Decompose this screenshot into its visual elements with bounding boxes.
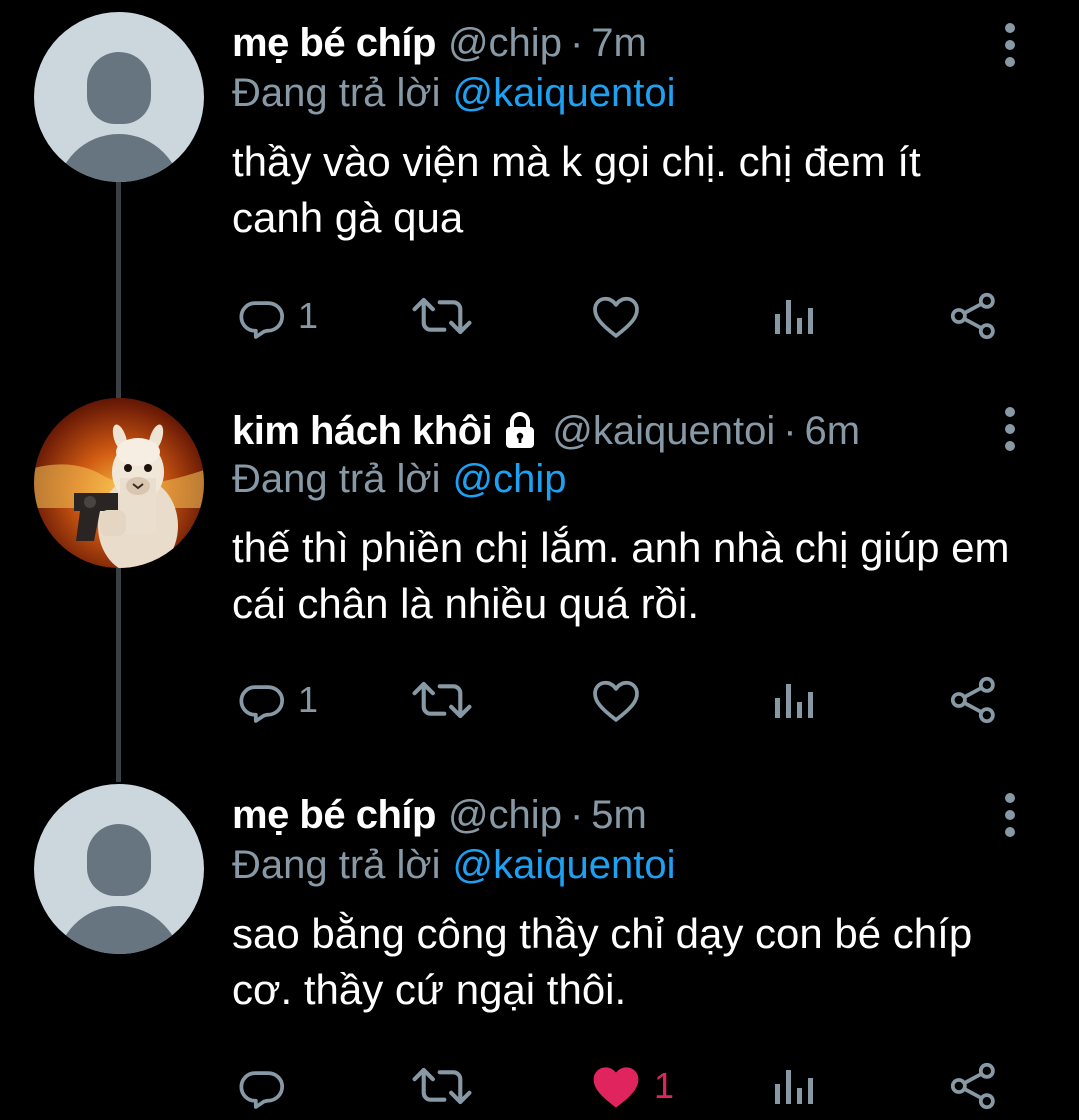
reply-count: 1	[298, 295, 319, 336]
replying-to-label: Đang trả lời	[232, 71, 441, 115]
retweet-icon	[412, 681, 472, 719]
avatar[interactable]	[34, 12, 204, 182]
analytics-icon	[775, 684, 813, 718]
like-count: 1	[654, 1065, 675, 1106]
replying-to: Đang trả lời @kaiquentoi	[232, 840, 676, 890]
tweet-text: thầy vào viện mà k gọi chị. chị đem ít c…	[232, 138, 921, 241]
replying-to-mention[interactable]: @kaiquentoi	[453, 843, 676, 887]
replying-to-mention[interactable]: @kaiquentoi	[453, 71, 676, 115]
share-icon	[950, 676, 995, 724]
share-icon	[950, 1062, 995, 1110]
thread-connector-line	[116, 180, 121, 398]
user-handle[interactable]: @chip	[448, 790, 562, 840]
replying-to-label: Đang trả lời	[232, 843, 441, 887]
reply-button[interactable]: 1	[232, 288, 318, 344]
avatar[interactable]	[34, 784, 204, 954]
separator-dot: ·	[569, 21, 584, 65]
retweet-button[interactable]	[410, 672, 484, 728]
more-vertical-icon	[1005, 23, 1015, 67]
share-icon	[950, 292, 995, 340]
reply-count: 1	[298, 679, 319, 720]
timestamp[interactable]: 5m	[591, 790, 647, 840]
share-button[interactable]	[946, 1058, 1002, 1114]
reply-icon	[239, 685, 285, 723]
heart-icon	[593, 680, 639, 722]
analytics-icon	[775, 300, 813, 334]
reply-button[interactable]: 1	[232, 672, 318, 728]
tweet-actions: 1	[232, 1058, 1012, 1114]
replying-to-label: Đang trả lời	[232, 457, 441, 501]
user-handle[interactable]: @chip	[448, 18, 562, 68]
user-handle[interactable]: @kaiquentoi	[552, 406, 775, 456]
thread-connector-line	[116, 566, 121, 782]
views-button[interactable]	[772, 672, 816, 728]
separator-dot: ·	[569, 793, 584, 837]
tweet-text: sao bằng công thầy chỉ dạy con bé chíp c…	[232, 910, 973, 1013]
retweet-icon	[412, 1067, 472, 1105]
share-button[interactable]	[946, 672, 1002, 728]
like-button[interactable]	[588, 288, 654, 344]
alpaca-photo	[34, 398, 204, 568]
reply-button[interactable]	[232, 1058, 298, 1114]
replying-to-mention[interactable]: @chip	[453, 457, 567, 501]
more-options-button[interactable]	[996, 20, 1024, 70]
tweet-header: mẹ bé chíp @chip · 7m	[232, 18, 647, 68]
reply-icon	[239, 1071, 285, 1109]
tweet-text: thế thì phiền chị lắm. anh nhà chị giúp …	[232, 524, 1010, 627]
display-name[interactable]: mẹ bé chíp	[232, 790, 436, 840]
replying-to: Đang trả lời @kaiquentoi	[232, 68, 676, 118]
retweet-button[interactable]	[410, 288, 484, 344]
tweet-thread: mẹ bé chíp @chip · 7m Đang trả lời @kaiqu…	[0, 0, 1079, 1120]
separator-dot: ·	[783, 409, 797, 453]
retweet-icon	[412, 297, 472, 335]
lock-icon	[500, 410, 540, 450]
display-name[interactable]: mẹ bé chíp	[232, 18, 436, 68]
like-button[interactable]: 1	[588, 1058, 674, 1114]
more-vertical-icon	[1005, 407, 1015, 451]
timestamp[interactable]: 6m	[805, 406, 861, 456]
retweet-button[interactable]	[410, 1058, 484, 1114]
display-name[interactable]: kim hách khôi	[232, 406, 493, 456]
views-button[interactable]	[772, 1058, 816, 1114]
like-button[interactable]	[588, 672, 654, 728]
tweet-header: mẹ bé chíp @chip · 5m	[232, 790, 647, 840]
heart-filled-icon	[593, 1067, 639, 1108]
analytics-icon	[775, 1070, 813, 1104]
tweet-actions: 1	[232, 288, 1012, 344]
share-button[interactable]	[946, 288, 1002, 344]
more-options-button[interactable]	[996, 790, 1024, 840]
more-vertical-icon	[1005, 793, 1015, 837]
timestamp[interactable]: 7m	[591, 18, 647, 68]
heart-icon	[593, 296, 639, 338]
tweet-actions: 1	[232, 672, 1012, 728]
replying-to: Đang trả lời @chip	[232, 454, 567, 504]
more-options-button[interactable]	[996, 404, 1024, 454]
tweet-header: kim hách khôi @kaiquentoi · 6m	[232, 404, 860, 454]
avatar[interactable]	[34, 398, 204, 568]
views-button[interactable]	[772, 288, 816, 344]
reply-icon	[239, 301, 285, 339]
